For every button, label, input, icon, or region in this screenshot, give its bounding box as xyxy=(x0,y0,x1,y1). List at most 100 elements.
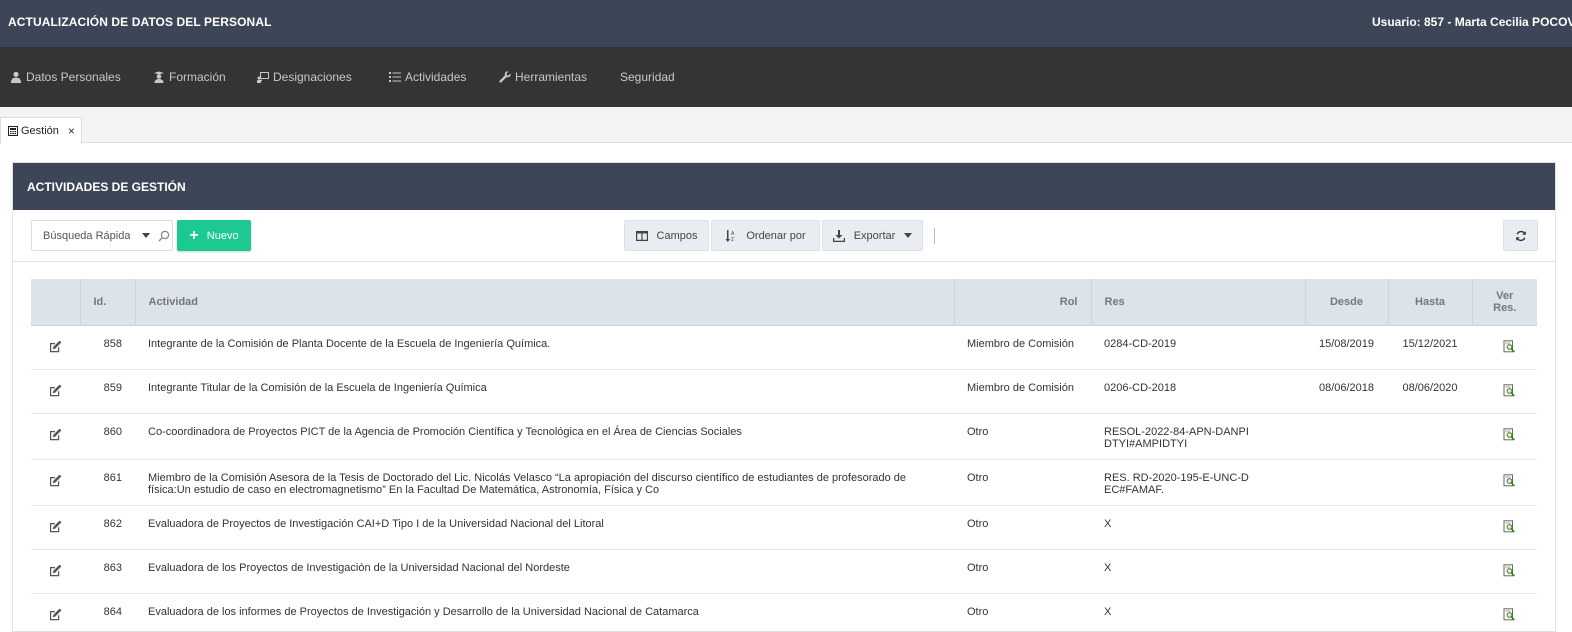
cell-id: 863 xyxy=(80,549,135,594)
col-header-desde[interactable]: Desde xyxy=(1305,279,1389,326)
view-document-icon[interactable] xyxy=(1503,607,1516,621)
cell-id: 862 xyxy=(80,505,135,550)
view-res-cell[interactable] xyxy=(1472,593,1537,632)
col-header-ver-res[interactable]: Ver Res. xyxy=(1472,279,1537,326)
cell-rol: Otro xyxy=(954,549,1091,594)
view-document-icon[interactable] xyxy=(1503,427,1516,441)
table-row[interactable]: 860 Co-coordinadora de Proyectos PICT de … xyxy=(31,413,1537,460)
edit-cell[interactable] xyxy=(31,369,80,414)
app-header: ACTUALIZACIÓN DE DATOS DEL PERSONAL Usua… xyxy=(0,0,1572,47)
nav-item-seguridad[interactable]: Seguridad xyxy=(620,69,675,85)
app-title: ACTUALIZACIÓN DE DATOS DEL PERSONAL xyxy=(8,15,272,29)
view-res-cell[interactable] xyxy=(1472,413,1537,460)
cell-hasta xyxy=(1388,505,1472,550)
edit-icon[interactable] xyxy=(49,564,62,577)
cell-desde xyxy=(1305,459,1388,506)
edit-icon[interactable] xyxy=(49,384,62,397)
col-header-rol[interactable]: Rol xyxy=(954,279,1092,326)
cell-id: 859 xyxy=(80,369,135,414)
nav-item-label: Seguridad xyxy=(620,70,675,84)
chevron-down-icon[interactable] xyxy=(142,233,150,238)
nav-item-formacion[interactable]: Formación xyxy=(153,69,226,85)
table-row[interactable]: 862 Evaluadora de Proyectos de Investigac… xyxy=(31,505,1537,550)
new-button[interactable]: + Nuevo xyxy=(177,220,251,251)
cell-hasta xyxy=(1388,413,1472,460)
cell-desde xyxy=(1305,413,1388,460)
view-document-icon[interactable] xyxy=(1503,339,1516,353)
cell-desde xyxy=(1305,593,1388,632)
cell-rol: Otro xyxy=(954,459,1091,506)
toolbar-divider xyxy=(934,228,935,244)
view-res-cell[interactable] xyxy=(1472,325,1537,370)
col-header-id[interactable]: Id. xyxy=(80,279,136,326)
chevron-down-icon xyxy=(904,233,913,238)
fields-button[interactable]: Campos xyxy=(624,220,709,251)
main-nav: Datos Personales Formación Designaciones… xyxy=(0,47,1572,107)
view-res-cell[interactable] xyxy=(1472,549,1537,594)
export-button[interactable]: Exportar xyxy=(822,220,923,251)
cell-res: X xyxy=(1091,549,1305,594)
quick-search-placeholder: Búsqueda Rápida xyxy=(43,229,130,242)
edit-cell[interactable] xyxy=(31,593,80,632)
edit-cell[interactable] xyxy=(31,505,80,550)
cell-rol: Otro xyxy=(954,593,1091,632)
col-header-res-short: Res. xyxy=(1493,301,1517,314)
view-document-icon[interactable] xyxy=(1503,473,1516,487)
table-row[interactable]: 861 Miembro de la Comisión Asesora de la … xyxy=(31,459,1537,506)
activities-table: Id. Actividad Rol Res Desde Hasta Ver Re… xyxy=(31,279,1537,632)
table-row[interactable]: 864 Evaluadora de los informes de Proyect… xyxy=(31,593,1537,632)
edit-cell[interactable] xyxy=(31,413,80,460)
view-res-cell[interactable] xyxy=(1472,459,1537,506)
view-res-cell[interactable] xyxy=(1472,369,1537,414)
view-document-icon[interactable] xyxy=(1503,519,1516,533)
svg-text:Z: Z xyxy=(731,237,734,242)
graduate-icon xyxy=(154,71,164,83)
col-header-res[interactable]: Res xyxy=(1091,279,1306,326)
table-row[interactable]: 858 Integrante de la Comisión de Planta D… xyxy=(31,325,1537,370)
nav-item-label: Designaciones xyxy=(273,70,352,84)
edit-cell[interactable] xyxy=(31,325,80,370)
edit-icon[interactable] xyxy=(49,428,62,441)
search-icon xyxy=(158,230,170,241)
refresh-button[interactable] xyxy=(1503,220,1538,251)
view-document-icon[interactable] xyxy=(1503,563,1516,577)
nav-item-actividades[interactable]: Actividades xyxy=(389,69,466,85)
cell-actividad: Evaluadora de los informes de Proyectos … xyxy=(135,593,954,632)
sort-button[interactable]: AZ Ordenar por xyxy=(711,220,820,251)
wrench-icon xyxy=(499,71,511,83)
table-row[interactable]: 863 Evaluadora de los Proyectos de Invest… xyxy=(31,549,1537,594)
cell-actividad: Integrante de la Comisión de Planta Doce… xyxy=(135,325,954,370)
cell-res: RESOL-2022-84-APN-DANPIDTYI#AMPIDTYI xyxy=(1091,413,1305,460)
cell-rol: Miembro de Comisión xyxy=(954,369,1091,414)
tab-label: Gestión xyxy=(21,125,59,137)
table-row[interactable]: 859 Integrante Titular de la Comisión de … xyxy=(31,369,1537,414)
edit-icon[interactable] xyxy=(49,520,62,533)
cell-id: 864 xyxy=(80,593,135,632)
cell-id: 858 xyxy=(80,325,135,370)
cell-id: 861 xyxy=(80,459,135,506)
cell-hasta xyxy=(1388,459,1472,506)
col-header-actividad[interactable]: Actividad xyxy=(135,279,955,326)
panel-toolbar: Búsqueda Rápida + Nuevo Campos AZ Ordena… xyxy=(13,210,1555,262)
nav-item-label: Actividades xyxy=(405,70,467,84)
cell-actividad: Evaluadora de Proyectos de Investigación… xyxy=(135,505,954,550)
view-res-cell[interactable] xyxy=(1472,505,1537,550)
cell-res: RES. RD-2020-195-E-UNC-DEC#FAMAF. xyxy=(1091,459,1305,506)
nav-item-datos-personales[interactable]: Datos Personales xyxy=(10,69,121,85)
edit-cell[interactable] xyxy=(31,459,80,506)
col-header-hasta[interactable]: Hasta xyxy=(1388,279,1473,326)
nav-item-designaciones[interactable]: Designaciones xyxy=(257,69,352,85)
close-icon[interactable]: × xyxy=(68,124,75,138)
edit-icon[interactable] xyxy=(49,608,62,621)
tab-gestion[interactable]: Gestión × xyxy=(0,117,82,144)
nav-item-herramientas[interactable]: Herramientas xyxy=(499,69,587,85)
edit-icon[interactable] xyxy=(49,474,62,487)
quick-search-input[interactable]: Búsqueda Rápida xyxy=(31,220,173,251)
edit-icon[interactable] xyxy=(49,340,62,353)
edit-cell[interactable] xyxy=(31,549,80,594)
sort-button-label: Ordenar por xyxy=(746,229,806,242)
cell-desde xyxy=(1305,505,1388,550)
user-icon xyxy=(11,71,21,83)
col-header-edit xyxy=(31,279,81,326)
view-document-icon[interactable] xyxy=(1503,383,1516,397)
